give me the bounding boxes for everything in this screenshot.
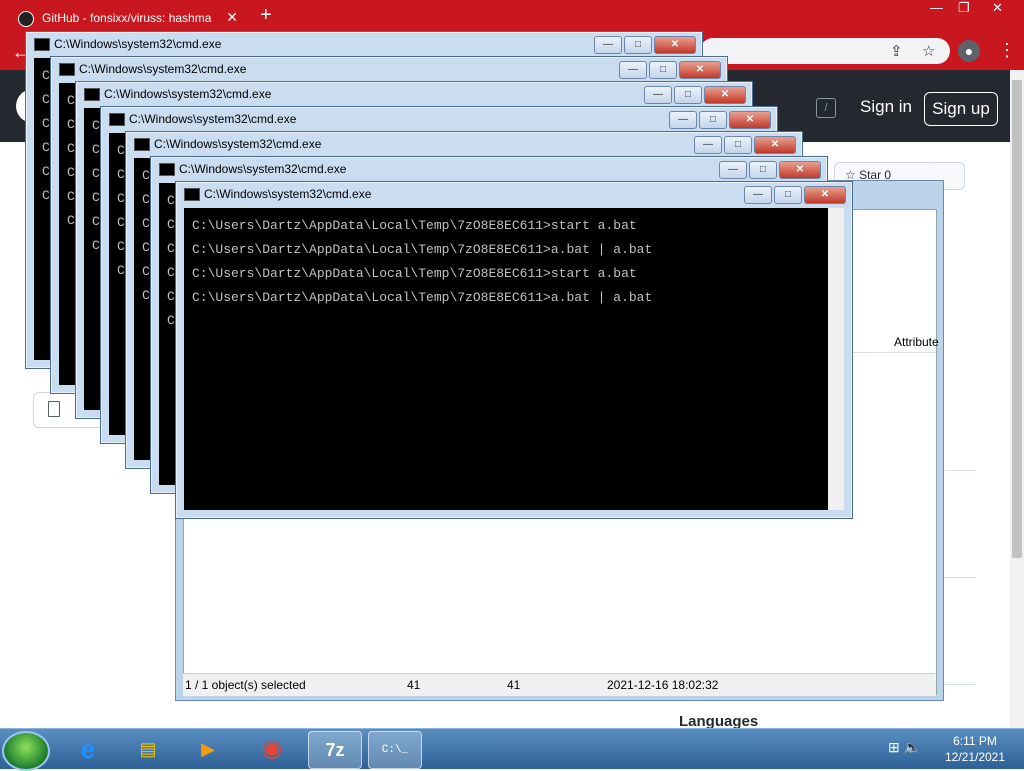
tab-close-icon[interactable]: ✕ [226, 9, 238, 26]
bookmark-star-icon[interactable]: ☆ [922, 42, 935, 60]
cmd-maximize-button[interactable]: □ [674, 86, 702, 104]
cmd-titlebar[interactable]: C:\Windows\system32\cmd.exe — □ ✕ [76, 82, 752, 106]
cmd-minimize-button[interactable]: — [619, 61, 647, 79]
cmd-minimize-button[interactable]: — [694, 136, 722, 154]
cmd-maximize-button[interactable]: □ [624, 36, 652, 54]
cmd-app-icon [184, 188, 200, 201]
sign-up-button[interactable]: Sign up [924, 92, 998, 126]
cmd-minimize-button[interactable]: — [719, 161, 747, 179]
cmd-titlebar[interactable]: C:\Windows\system32\cmd.exe — □ ✕ [51, 57, 727, 81]
media-player-icon[interactable]: ▶ [182, 731, 234, 767]
share-icon[interactable]: ⇪ [890, 42, 903, 60]
chrome-icon[interactable]: ◉ [246, 731, 298, 767]
cmd-title: C:\Windows\system32\cmd.exe [179, 162, 347, 176]
cmd-minimize-button[interactable]: — [644, 86, 672, 104]
status-packed-size: 41 [507, 678, 521, 692]
cmd-titlebar[interactable]: C:\Windows\system32\cmd.exe — □ ✕ [126, 132, 802, 156]
browser-close-button[interactable]: ✕ [992, 0, 1003, 16]
cmd-minimize-button[interactable]: — [744, 186, 772, 204]
sevenzip-taskbar-button[interactable]: 7z [308, 731, 362, 769]
taskbar-clock[interactable]: 6:11 PM 12/21/2021 [940, 733, 1010, 765]
cmd-maximize-button[interactable]: □ [749, 161, 777, 179]
status-selected: 1 / 1 object(s) selected [185, 678, 306, 692]
browser-maximize-button[interactable]: ❐ [958, 0, 970, 16]
browser-tab[interactable]: GitHub - fonsixx/viruss: hashma ✕ [8, 4, 248, 32]
console-line: C:\Users\Dartz\AppData\Local\Temp\7zO8E8… [192, 290, 653, 305]
status-size: 41 [407, 678, 421, 692]
cmd-close-button[interactable]: ✕ [654, 36, 696, 54]
clock-time: 6:11 PM [953, 734, 997, 748]
cmd-app-icon [59, 63, 75, 76]
browser-menu-icon[interactable]: ⋮ [998, 40, 1016, 61]
cmd-maximize-button[interactable]: □ [699, 111, 727, 129]
start-button[interactable] [2, 731, 50, 771]
github-favicon-icon [18, 11, 34, 27]
file-icon [48, 401, 60, 417]
clock-date: 12/21/2021 [944, 750, 1006, 764]
cmd-close-button[interactable]: ✕ [729, 111, 771, 129]
page-scrollbar-thumb[interactable] [1012, 80, 1022, 558]
cmd-close-button[interactable]: ✕ [704, 86, 746, 104]
console-output[interactable]: C:\Users\Dartz\AppData\Local\Temp\7zO8E8… [184, 208, 844, 510]
cmd-close-button[interactable]: ✕ [679, 61, 721, 79]
tab-title: GitHub - fonsixx/viruss: hashma [42, 11, 212, 25]
cmd-close-button[interactable]: ✕ [779, 161, 821, 179]
cmd-minimize-button[interactable]: — [669, 111, 697, 129]
profile-avatar-icon[interactable]: ● [958, 40, 980, 62]
cmd-app-icon [84, 88, 100, 101]
cmd-close-button[interactable]: ✕ [804, 186, 846, 204]
console-scrollbar[interactable] [828, 208, 844, 510]
cmd-app-icon [109, 113, 125, 126]
browser-minimize-button[interactable]: — [930, 0, 943, 15]
divider [940, 684, 976, 685]
cmd-title: C:\Windows\system32\cmd.exe [79, 62, 247, 76]
status-modified: 2021-12-16 18:02:32 [607, 678, 719, 692]
cmd-title: C:\Windows\system32\cmd.exe [104, 87, 272, 101]
cmd-titlebar[interactable]: C:\Windows\system32\cmd.exe — □ ✕ [176, 182, 852, 206]
cmd-maximize-button[interactable]: □ [649, 61, 677, 79]
address-bar[interactable] [700, 38, 950, 64]
taskbar: e ▤ ▶ ◉ 7z C:\_ ⊞ 🔈 6:11 PM 12/21/2021 [0, 728, 1024, 771]
cmd-maximize-button[interactable]: □ [724, 136, 752, 154]
column-attributes[interactable]: Attribute [894, 335, 939, 349]
system-tray-icons[interactable]: ⊞ 🔈 [888, 739, 921, 756]
cmd-titlebar[interactable]: C:\Windows\system32\cmd.exe — □ ✕ [101, 107, 777, 131]
new-tab-button[interactable]: + [260, 4, 272, 27]
cmd-titlebar[interactable]: C:\Windows\system32\cmd.exe — □ ✕ [151, 157, 827, 181]
cmd-title: C:\Windows\system32\cmd.exe [129, 112, 297, 126]
search-shortcut-key: / [816, 98, 836, 118]
file-explorer-icon[interactable]: ▤ [122, 731, 174, 767]
console-line: C:\Users\Dartz\AppData\Local\Temp\7zO8E8… [192, 218, 637, 233]
cmd-maximize-button[interactable]: □ [774, 186, 802, 204]
cmd-title: C:\Windows\system32\cmd.exe [154, 137, 322, 151]
sign-in-link[interactable]: Sign in [860, 97, 912, 117]
cmd-title: C:\Windows\system32\cmd.exe [54, 37, 222, 51]
cmd-titlebar[interactable]: C:\Windows\system32\cmd.exe — □ ✕ [26, 32, 702, 56]
cmd-title: C:\Windows\system32\cmd.exe [204, 187, 372, 201]
cmd-taskbar-button[interactable]: C:\_ [368, 731, 422, 769]
page-scrollbar[interactable] [1010, 70, 1024, 728]
cmd-app-icon [159, 163, 175, 176]
console-line: C:\Users\Dartz\AppData\Local\Temp\7zO8E8… [192, 266, 637, 281]
cmd-close-button[interactable]: ✕ [754, 136, 796, 154]
cmd-minimize-button[interactable]: — [594, 36, 622, 54]
cmd-app-icon [134, 138, 150, 151]
divider [940, 470, 976, 471]
internet-explorer-icon[interactable]: e [62, 731, 114, 767]
console-line: C:\Users\Dartz\AppData\Local\Temp\7zO8E8… [192, 242, 653, 257]
sevenzip-statusbar: 1 / 1 object(s) selected 41 41 2021-12-1… [183, 673, 935, 696]
cmd-app-icon [34, 38, 50, 51]
divider [940, 577, 976, 578]
cmd-window[interactable]: C:\Windows\system32\cmd.exe — □ ✕ C:\Users\D… [175, 181, 853, 519]
